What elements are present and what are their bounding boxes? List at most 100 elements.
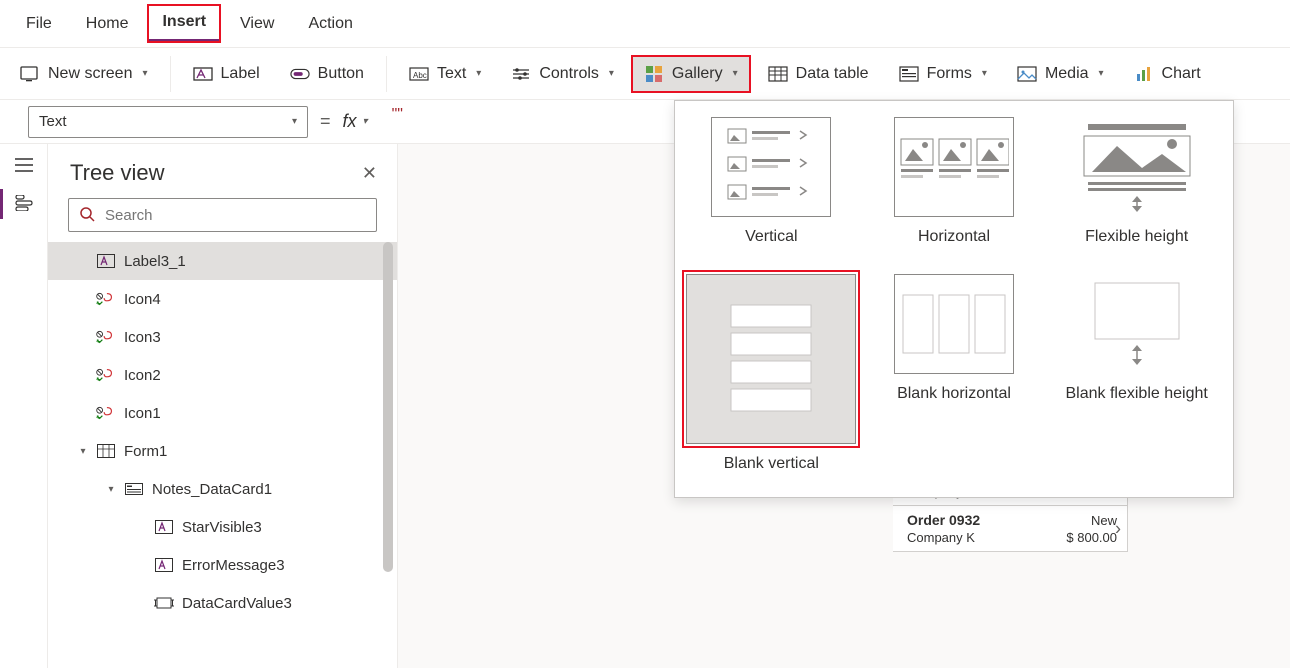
tree-node-label: Icon2 — [124, 367, 161, 384]
chevron-down-icon: ▾ — [363, 116, 368, 127]
search-icon — [79, 206, 95, 225]
form-icon — [96, 441, 116, 461]
twisty-icon[interactable]: ▾ — [78, 446, 88, 457]
ribbon-button-label: Button — [318, 65, 364, 83]
ribbon-new-screen-label: New screen — [48, 65, 132, 83]
ribbon-button[interactable]: Button — [278, 56, 376, 92]
tree-node[interactable]: + Icon2 — [48, 356, 397, 394]
table-icon — [768, 64, 788, 84]
iconset-icon: + — [96, 365, 116, 385]
ribbon-text[interactable]: Abc Text ▾ — [397, 56, 493, 92]
controls-icon — [511, 64, 531, 84]
ribbon-gallery-label: Gallery — [672, 65, 723, 83]
gallery-option-label: Flexible height — [1050, 227, 1223, 246]
rail-hamburger[interactable] — [15, 158, 33, 175]
ribbon-gallery[interactable]: Gallery ▾ — [632, 56, 750, 92]
tree-node[interactable]: DataCardValue3 — [48, 584, 397, 622]
chevron-down-icon: ▾ — [609, 68, 614, 79]
separator — [386, 56, 387, 92]
tree-node[interactable]: ErrorMessage3 — [48, 546, 397, 584]
tree-node[interactable]: +Icon1 — [48, 394, 397, 432]
tree-title: Tree view — [70, 160, 165, 186]
ribbon-controls[interactable]: Controls ▾ — [499, 56, 626, 92]
gallery-icon — [644, 64, 664, 84]
iconset-icon: + — [96, 403, 116, 423]
tree-search[interactable] — [68, 198, 377, 232]
gallery-option-flexible-height[interactable]: Flexible height — [1050, 117, 1223, 246]
svg-text:+: + — [96, 298, 100, 306]
text-icon: Abc — [409, 64, 429, 84]
amount-label: $ 800.00 — [1066, 530, 1117, 545]
chevron-right-icon: › — [1115, 518, 1121, 539]
gallery-option-blank-vertical[interactable]: Blank vertical — [685, 274, 858, 473]
ribbon-label[interactable]: Label — [181, 56, 272, 92]
ribbon-data-table[interactable]: Data table — [756, 56, 881, 92]
chevron-down-icon: ▾ — [292, 116, 297, 127]
twisty-icon[interactable]: ▾ — [106, 484, 116, 495]
status-label: New — [1066, 513, 1117, 528]
tree-node-label: Icon4 — [124, 291, 161, 308]
chevron-down-icon: ▾ — [982, 68, 987, 79]
menu-insert[interactable]: Insert — [148, 5, 220, 42]
chart-icon — [1134, 64, 1154, 84]
ribbon-chart[interactable]: Chart — [1122, 56, 1213, 92]
tree-node-label: ErrorMessage3 — [182, 557, 285, 574]
tree-node-label: StarVisible3 — [182, 519, 262, 536]
tree-view-pane: Tree view ✕ Label3_1 + Icon4 + Icon3 + Icon2 +I… — [48, 144, 398, 668]
ribbon: New screen ▾ Label Button Abc Text ▾ Con… — [0, 48, 1290, 100]
property-name: Text — [39, 113, 67, 130]
tree-node-label: Icon3 — [124, 329, 161, 346]
equals-sign: = — [320, 111, 331, 132]
ribbon-new-screen[interactable]: New screen ▾ — [8, 56, 160, 92]
menu-view[interactable]: View — [226, 7, 288, 41]
menu-file[interactable]: File — [12, 7, 66, 41]
gallery-option-blank-flexible-height[interactable]: Blank flexible height — [1050, 274, 1223, 473]
tree-node[interactable]: + Icon4 — [48, 280, 397, 318]
tree-node-label: DataCardValue3 — [182, 595, 292, 612]
gallery-row[interactable]: Order 0932Company KNew$ 800.00› — [893, 506, 1127, 552]
gallery-thumb-blank-vertical — [686, 274, 856, 444]
form-icon — [899, 64, 919, 84]
gallery-option-vertical[interactable]: Vertical — [685, 117, 858, 246]
chevron-down-icon: ▾ — [476, 68, 481, 79]
chevron-down-icon: ▾ — [1099, 68, 1104, 79]
gallery-option-label: Blank vertical — [685, 454, 858, 473]
tree-node[interactable]: StarVisible3 — [48, 508, 397, 546]
left-rail — [0, 144, 48, 668]
ribbon-media-label: Media — [1045, 65, 1089, 83]
iconset-icon: + — [96, 327, 116, 347]
tree-node[interactable]: ▾Form1 — [48, 432, 397, 470]
ribbon-chart-label: Chart — [1162, 65, 1201, 83]
ribbon-forms-label: Forms — [927, 65, 972, 83]
gallery-option-label: Vertical — [685, 227, 858, 246]
tree-list: Label3_1+Icon4+Icon3+Icon2+Icon1▾Form1▾N… — [48, 242, 397, 622]
menu-action[interactable]: Action — [294, 7, 366, 41]
tree-node-label: Notes_DataCard1 — [152, 481, 272, 498]
ribbon-media[interactable]: Media ▾ — [1005, 56, 1116, 92]
gallery-dropdown: Vertical Horizontal Flexible height — [674, 100, 1234, 498]
label-icon — [154, 517, 174, 537]
menu-home[interactable]: Home — [72, 7, 143, 41]
fx-button[interactable]: fx ▾ — [343, 111, 368, 132]
tree-node[interactable]: ▾ Notes_DataCard1 — [48, 470, 397, 508]
tree-node[interactable]: Label3_1 — [48, 242, 397, 280]
order-label: Order 0932 — [907, 512, 1066, 528]
ribbon-label-label: Label — [221, 65, 260, 83]
separator — [170, 56, 171, 92]
label-icon — [193, 64, 213, 84]
property-dropdown[interactable]: Text ▾ — [28, 106, 308, 138]
tree-node[interactable]: + Icon3 — [48, 318, 397, 356]
tree-search-input[interactable] — [103, 206, 366, 225]
close-icon[interactable]: ✕ — [362, 163, 377, 184]
gallery-thumb-horizontal — [894, 117, 1014, 217]
screen-icon — [20, 64, 40, 84]
gallery-thumb-flexible-height — [1077, 117, 1197, 217]
gallery-option-blank-horizontal[interactable]: Blank horizontal — [868, 274, 1041, 473]
scrollbar[interactable] — [383, 242, 393, 572]
gallery-option-horizontal[interactable]: Horizontal — [868, 117, 1041, 246]
rail-tree-view[interactable] — [14, 195, 34, 214]
ribbon-forms[interactable]: Forms ▾ — [887, 56, 999, 92]
button-icon — [290, 64, 310, 84]
media-icon — [1017, 64, 1037, 84]
svg-text:Abc: Abc — [413, 71, 427, 80]
